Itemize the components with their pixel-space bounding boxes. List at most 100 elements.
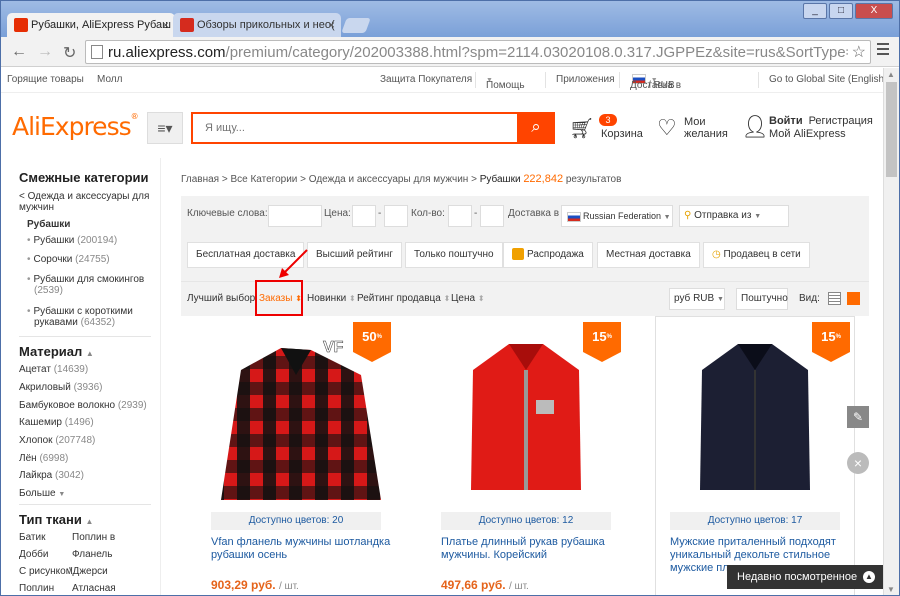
product-title[interactable]: Vfan фланель мужчины шотландка рубашки о… xyxy=(211,536,391,562)
scrollbar-thumb[interactable] xyxy=(886,82,897,177)
parent-category-link[interactable]: < Одежда и аксессуары для мужчин xyxy=(19,191,149,213)
local-delivery-button[interactable]: Местная доставка xyxy=(597,242,700,268)
aliexpress-logo[interactable]: AliExpress® xyxy=(12,112,139,141)
grid-view-icon[interactable] xyxy=(847,292,860,305)
buyer-protection-link[interactable]: Защита Покупателя xyxy=(380,74,472,85)
product-image-plaid-shirt[interactable]: VF xyxy=(211,330,381,500)
sort-arrow-icon: ⬍ xyxy=(443,294,451,303)
close-window-button[interactable]: X xyxy=(855,3,893,19)
ship-from-select[interactable]: ⚲ Отправка из ▼ xyxy=(679,205,789,227)
currency-select[interactable]: руб RUB ▼ xyxy=(669,288,725,310)
sort-price[interactable]: Цена ⬍ xyxy=(451,293,485,304)
price-max-input[interactable] xyxy=(384,205,408,227)
login-link[interactable]: Войти xyxy=(769,115,803,127)
product-card[interactable]: 15% Доступно цветов: 12 Платье длинный р… xyxy=(441,322,621,595)
material-item[interactable]: Бамбуковое волокно (2939) xyxy=(19,400,147,411)
annotation-arrow-icon xyxy=(279,249,308,278)
help-menu[interactable]: Помощь ▼ xyxy=(486,74,525,91)
seller-online-button[interactable]: ◷ Продавец в сети xyxy=(703,242,810,268)
back-arrow-icon[interactable]: ← xyxy=(11,43,27,61)
fabric-item[interactable]: "Джерси xyxy=(69,566,108,577)
sort-new[interactable]: Новинки ⬍ xyxy=(307,293,356,304)
my-aliexpress-link[interactable]: Мой AliExpress xyxy=(769,128,846,140)
maximize-button[interactable]: □ xyxy=(829,3,853,19)
site-header: AliExpress® ≡▾ ⌕ 🛒︎ 3 Корзина ♡ Моижелан… xyxy=(1,94,883,156)
fabric-item[interactable]: Батик xyxy=(19,532,45,543)
minimize-button[interactable]: _ xyxy=(803,3,827,19)
url-text[interactable]: ru.aliexpress.com/premium/category/20200… xyxy=(108,44,848,61)
global-site-link[interactable]: Go to Global Site (English) xyxy=(769,74,883,85)
categories-menu-button[interactable]: ≡▾ xyxy=(147,112,183,144)
tab-reviews[interactable]: Обзоры прикольных и нео( × xyxy=(173,13,341,37)
keywords-label: Ключевые слова: xyxy=(187,208,268,219)
tab-close-icon[interactable]: × xyxy=(162,13,169,37)
search-input[interactable] xyxy=(193,114,493,142)
material-item[interactable]: Кашемир (1496) xyxy=(19,417,94,428)
apps-link[interactable]: Приложения xyxy=(556,74,615,85)
sidebar-item-shirts[interactable]: • Рубашки (200194) xyxy=(27,235,117,246)
browser-menu-icon[interactable] xyxy=(877,43,889,58)
fabric-type-title[interactable]: Тип ткани ▲ xyxy=(19,512,93,527)
product-card[interactable]: VF 50% Доступно цветов: 20 Vfan фланель … xyxy=(211,322,391,595)
material-item[interactable]: Лён (6998) xyxy=(19,453,68,464)
product-image-red-shirt[interactable] xyxy=(441,330,611,500)
item-count: (24755) xyxy=(75,254,110,265)
sidebar-item-tuxedo-shirts[interactable]: • Рубашки для смокингов (2539) xyxy=(27,274,144,296)
forward-arrow-icon[interactable]: → xyxy=(37,43,53,61)
address-bar[interactable]: ru.aliexpress.com/premium/category/20200… xyxy=(85,40,871,64)
discount-value: 15 xyxy=(821,329,836,344)
bookmark-star-icon[interactable]: ☆ xyxy=(852,42,866,62)
sidebar-item-short-sleeve[interactable]: • Рубашки с короткими рукавами (64352) xyxy=(27,306,133,328)
product-image-navy-shirt[interactable] xyxy=(670,330,840,500)
product-title[interactable]: Платье длинный рукав рубашка мужчины. Ко… xyxy=(441,536,621,562)
mall-link[interactable]: Молл xyxy=(97,74,122,85)
edit-pencil-icon[interactable]: ✎ xyxy=(847,406,869,428)
new-tab-button[interactable] xyxy=(341,18,371,33)
search-button[interactable]: ⌕ xyxy=(517,112,555,144)
sort-best-match[interactable]: Лучший выбор xyxy=(187,293,255,304)
sale-button[interactable]: Распродажа xyxy=(503,242,593,268)
item-count: (3042) xyxy=(55,470,84,481)
fabric-title-label: Тип ткани xyxy=(19,512,82,527)
more-materials-link[interactable]: Больше ▼ xyxy=(19,488,65,499)
material-item[interactable]: Лайкра (3042) xyxy=(19,470,84,481)
sidebar-item-dress-shirts[interactable]: • Сорочки (24755) xyxy=(27,254,110,265)
register-link[interactable]: Регистрация xyxy=(809,115,873,127)
material-item[interactable]: Хлопок (207748) xyxy=(19,435,95,446)
price-min-input[interactable] xyxy=(352,205,376,227)
hot-deals-link[interactable]: Горящие товары xyxy=(7,74,84,85)
recently-viewed-bar[interactable]: Недавно посмотренное ▲ xyxy=(727,565,883,589)
product-card[interactable]: 15% Доступно цветов: 17 Мужские притален… xyxy=(670,322,850,595)
fabric-item[interactable]: Поплин xyxy=(19,583,54,594)
qty-min-input[interactable] xyxy=(448,205,472,227)
unit-select[interactable]: Поштучно xyxy=(736,288,788,310)
fabric-item[interactable]: Фланель xyxy=(72,549,112,560)
delivery-menu[interactable]: Доставка в / RUB ▼ xyxy=(630,74,681,91)
cart-link[interactable]: 🛒︎ 3 Корзина xyxy=(569,114,649,146)
keywords-input[interactable] xyxy=(268,205,322,227)
vietnam-flag-favicon-icon xyxy=(180,18,194,32)
close-circle-icon[interactable]: × xyxy=(847,452,869,474)
list-view-icon[interactable] xyxy=(828,292,841,305)
scroll-up-icon[interactable]: ▲ xyxy=(887,70,895,79)
sort-seller-rating[interactable]: Рейтинг продавца ⬍ xyxy=(357,293,450,304)
single-piece-button[interactable]: Только поштучно xyxy=(405,242,503,268)
fabric-item[interactable]: Атласная xyxy=(72,583,116,594)
sort-price-label: Цена xyxy=(451,293,476,304)
material-title[interactable]: Материал ▲ xyxy=(19,344,94,359)
fabric-item[interactable]: Поплин в xyxy=(72,532,115,543)
material-item[interactable]: Ацетат (14639) xyxy=(19,364,88,375)
tab-close-icon[interactable]: × xyxy=(328,13,335,37)
material-item[interactable]: Акриловый (3936) xyxy=(19,382,102,393)
ship-to-select[interactable]: Russian Federation ▼ xyxy=(561,205,673,227)
location-pin-icon: ⚲ xyxy=(684,210,692,221)
page-scrollbar[interactable]: ▲ ▼ xyxy=(883,68,899,595)
tab-aliexpress[interactable]: Рубашки, AliExpress Рубаш × xyxy=(7,13,175,37)
qty-max-input[interactable] xyxy=(480,205,504,227)
reload-icon[interactable]: ↻ xyxy=(63,43,76,63)
fabric-item[interactable]: С рисунком xyxy=(19,566,73,577)
top-rated-button[interactable]: Высший рейтинг xyxy=(307,242,402,268)
breadcrumb-path[interactable]: Главная > Все Категории > Одежда и аксес… xyxy=(181,174,477,185)
fabric-item[interactable]: Добби xyxy=(19,549,49,560)
scroll-down-icon[interactable]: ▼ xyxy=(887,585,895,594)
